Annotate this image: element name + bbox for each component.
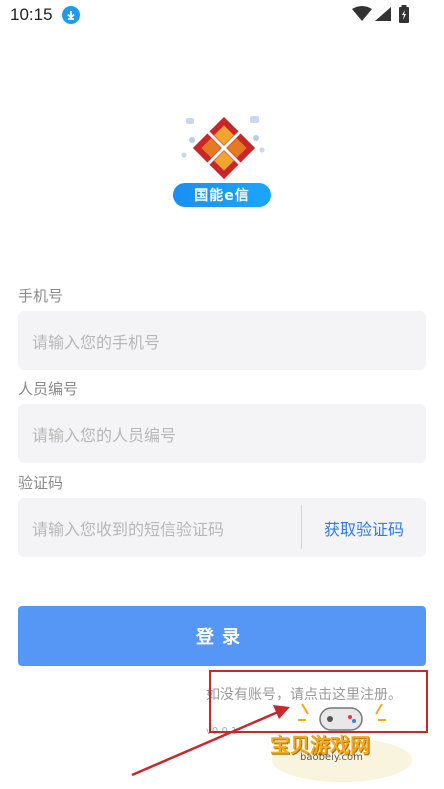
signal-icon	[375, 7, 391, 21]
staff-number-label: 人员编号	[18, 380, 79, 398]
code-label: 验证码	[18, 474, 64, 492]
code-placeholder: 请输入您收到的短信验证码	[32, 519, 225, 539]
watermark-url: baobeiy.com	[300, 752, 363, 763]
download-icon	[62, 6, 80, 24]
login-button[interactable]: 登录	[18, 606, 426, 666]
battery-icon	[399, 5, 409, 23]
phone-label: 手机号	[18, 287, 64, 305]
phone-input[interactable]: 请输入您的手机号	[18, 311, 426, 370]
status-time: 10:15	[10, 5, 53, 24]
status-bar: 10:15	[0, 0, 444, 30]
brand-badge: 国能e信	[173, 183, 271, 207]
phone-placeholder: 请输入您的手机号	[32, 332, 161, 352]
staff-number-input[interactable]: 请输入您的人员编号	[18, 404, 426, 463]
staff-number-placeholder: 请输入您的人员编号	[32, 425, 177, 445]
wifi-icon	[352, 6, 372, 21]
get-code-button[interactable]: 获取验证码	[302, 499, 426, 556]
